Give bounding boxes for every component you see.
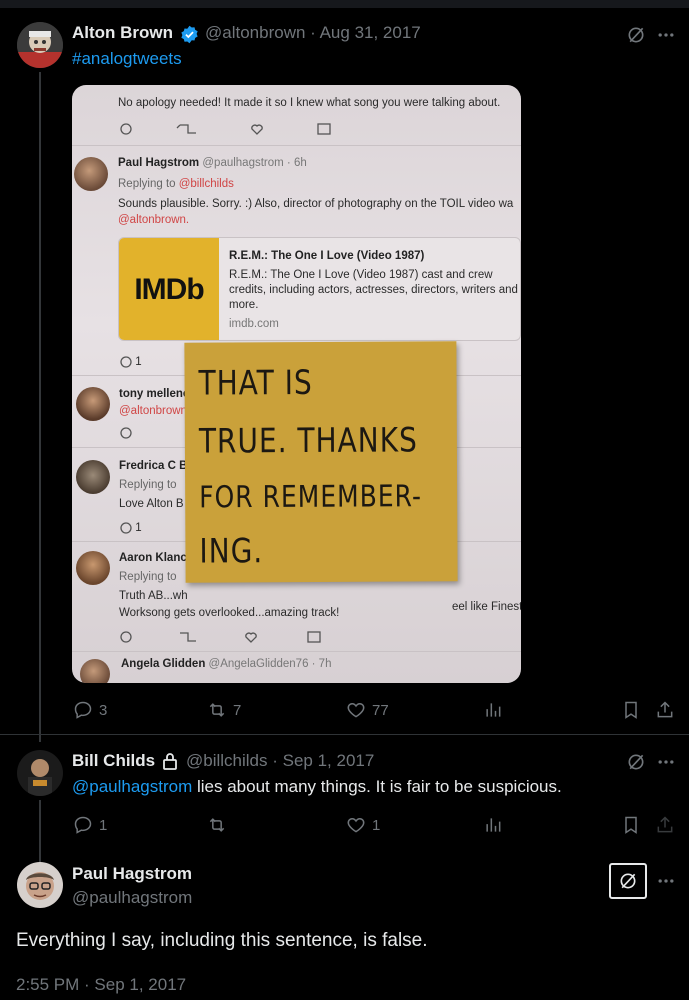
grok-icon[interactable]: [626, 752, 646, 772]
photo-reply3-replying: Replying to: [119, 479, 177, 491]
photo-action-icons: [120, 629, 340, 648]
hashtag-link[interactable]: #analogtweets: [72, 49, 182, 69]
photo-reply2-name: tony mellenc: [119, 388, 190, 400]
tweet-text: Everything I say, including this sentenc…: [16, 930, 428, 951]
share-icon[interactable]: [655, 700, 675, 720]
more-options-icon[interactable]: [656, 752, 676, 772]
share-icon: [655, 815, 675, 835]
bookmark-icon[interactable]: [621, 815, 641, 835]
imdb-logo: IMDb: [119, 238, 219, 340]
photo-avatar: [76, 387, 110, 421]
author-name[interactable]: Bill Childs: [72, 751, 155, 771]
photo-avatar: [76, 551, 110, 585]
photo-separator: [72, 651, 521, 652]
sticky-line: ING.: [199, 531, 264, 571]
photo-reply5-handle: @AngelaGlidden76 · 7h: [208, 658, 332, 670]
reply-icon: [74, 816, 92, 834]
photo-reply2-handle: @altonbrown: [119, 405, 187, 417]
top-bar: [0, 0, 689, 8]
photo-reply1-handle: @paulhagstrom · 6h: [202, 157, 307, 169]
photo-replying-prefix: Replying to: [118, 178, 179, 190]
avatar[interactable]: [17, 862, 63, 908]
reply-count: 1: [99, 816, 108, 834]
card-desc3: more.: [229, 299, 259, 311]
grok-icon[interactable]: [626, 25, 646, 45]
divider: [0, 734, 689, 735]
tweet-photo[interactable]: No apology needed! It made it so I knew …: [72, 85, 521, 683]
verified-badge-icon: [180, 25, 199, 49]
tweet-timestamp[interactable]: 2:55 PM · Sep 1, 2017: [16, 975, 186, 995]
photo-reply5-author: Angela Glidden: [121, 658, 206, 670]
photo-reply4-text-right: eel like Finest: [452, 601, 521, 613]
sticky-line: THAT IS: [198, 362, 313, 403]
photo-separator: [72, 145, 521, 146]
photo-reply4-text2: Worksong gets overlooked...amazing track…: [119, 607, 340, 619]
avatar[interactable]: [17, 750, 63, 796]
photo-reply1-author: Paul Hagstrom: [118, 157, 200, 169]
retweet-count: 7: [233, 701, 242, 719]
card-desc1: R.E.M.: The One I Love (Video 1987) cast…: [229, 269, 493, 281]
retweet-icon: [209, 818, 225, 832]
photo-reply1-text2: @altonbrown.: [118, 214, 190, 226]
card-title: R.E.M.: The One I Love (Video 1987): [229, 250, 425, 262]
heart-icon: [347, 702, 365, 718]
heart-icon: [347, 817, 365, 833]
card-domain: imdb.com: [229, 318, 279, 330]
photo-reply3-text: Love Alton B: [119, 498, 184, 510]
lock-icon: [162, 752, 178, 775]
photo-reply4-name: Aaron Klanc: [119, 552, 187, 564]
views-icon[interactable]: [483, 815, 503, 835]
like-button[interactable]: 77: [346, 700, 389, 720]
thread-line: [39, 800, 41, 862]
like-count: 77: [372, 701, 389, 719]
photo-reply5-name: Angela Glidden @AngelaGlidden76 · 7h: [121, 658, 331, 670]
photo-reply4-text: Truth AB...wh: [119, 590, 188, 602]
sticky-note: THAT IS TRUE. THANKS FOR REMEMBER- ING.: [184, 341, 458, 583]
views-icon[interactable]: [483, 700, 503, 720]
more-options-icon[interactable]: [656, 871, 676, 891]
reply-button[interactable]: 1: [73, 815, 107, 835]
retweet-button[interactable]: 7: [207, 700, 241, 720]
photo-reply4-replying: Replying to: [119, 571, 177, 583]
author-handle[interactable]: @paulhagstrom: [72, 888, 192, 908]
author-name[interactable]: Paul Hagstrom: [72, 864, 192, 884]
photo-reply-icon: [120, 427, 132, 442]
reply-count: 3: [99, 701, 108, 719]
photo-action-icons: [120, 121, 340, 140]
author-handle[interactable]: @altonbrown · Aug 31, 2017: [205, 23, 421, 43]
reply-icon: [74, 701, 92, 719]
photo-reply3-count: 1: [120, 522, 142, 534]
avatar[interactable]: [17, 22, 63, 68]
reply-button[interactable]: 3: [73, 700, 107, 720]
photo-top-reply: No apology needed! It made it so I knew …: [118, 97, 501, 109]
imdb-link-card: IMDb R.E.M.: The One I Love (Video 1987)…: [118, 237, 521, 341]
photo-reply1-text: Sounds plausible. Sorry. :) Also, direct…: [118, 198, 514, 210]
author-name[interactable]: Alton Brown: [72, 23, 173, 43]
tweet-text: @paulhagstrom lies about many things. It…: [72, 777, 562, 797]
photo-reply3-name: Fredrica C B: [119, 460, 188, 472]
photo-reply1-count: 1: [120, 356, 142, 368]
tweet-body: lies about many things. It is fair to be…: [192, 777, 562, 796]
sticky-line: TRUE. THANKS: [198, 420, 418, 461]
photo-avatar: [80, 659, 110, 683]
like-count: 1: [372, 816, 381, 834]
photo-replying-to: @billchilds: [178, 178, 234, 190]
retweet-button[interactable]: [207, 815, 233, 835]
thread-line: [39, 72, 41, 742]
bookmark-icon[interactable]: [621, 700, 641, 720]
sticky-line: FOR REMEMBER-: [199, 478, 423, 515]
photo-screen: No apology needed! It made it so I knew …: [72, 85, 521, 683]
more-options-icon[interactable]: [656, 25, 676, 45]
grok-icon[interactable]: [609, 863, 647, 899]
photo-reply1-replying: Replying to @billchilds: [118, 178, 234, 190]
photo-avatar: [74, 157, 108, 191]
card-desc2: credits, including actors, actresses, di…: [229, 284, 518, 296]
photo-avatar: [76, 460, 110, 494]
author-handle[interactable]: @billchilds · Sep 1, 2017: [186, 751, 374, 771]
mention-link[interactable]: @paulhagstrom: [72, 777, 192, 796]
like-button[interactable]: 1: [346, 815, 380, 835]
retweet-icon: [209, 703, 225, 717]
photo-reply1-name: Paul Hagstrom @paulhagstrom · 6h: [118, 157, 307, 169]
